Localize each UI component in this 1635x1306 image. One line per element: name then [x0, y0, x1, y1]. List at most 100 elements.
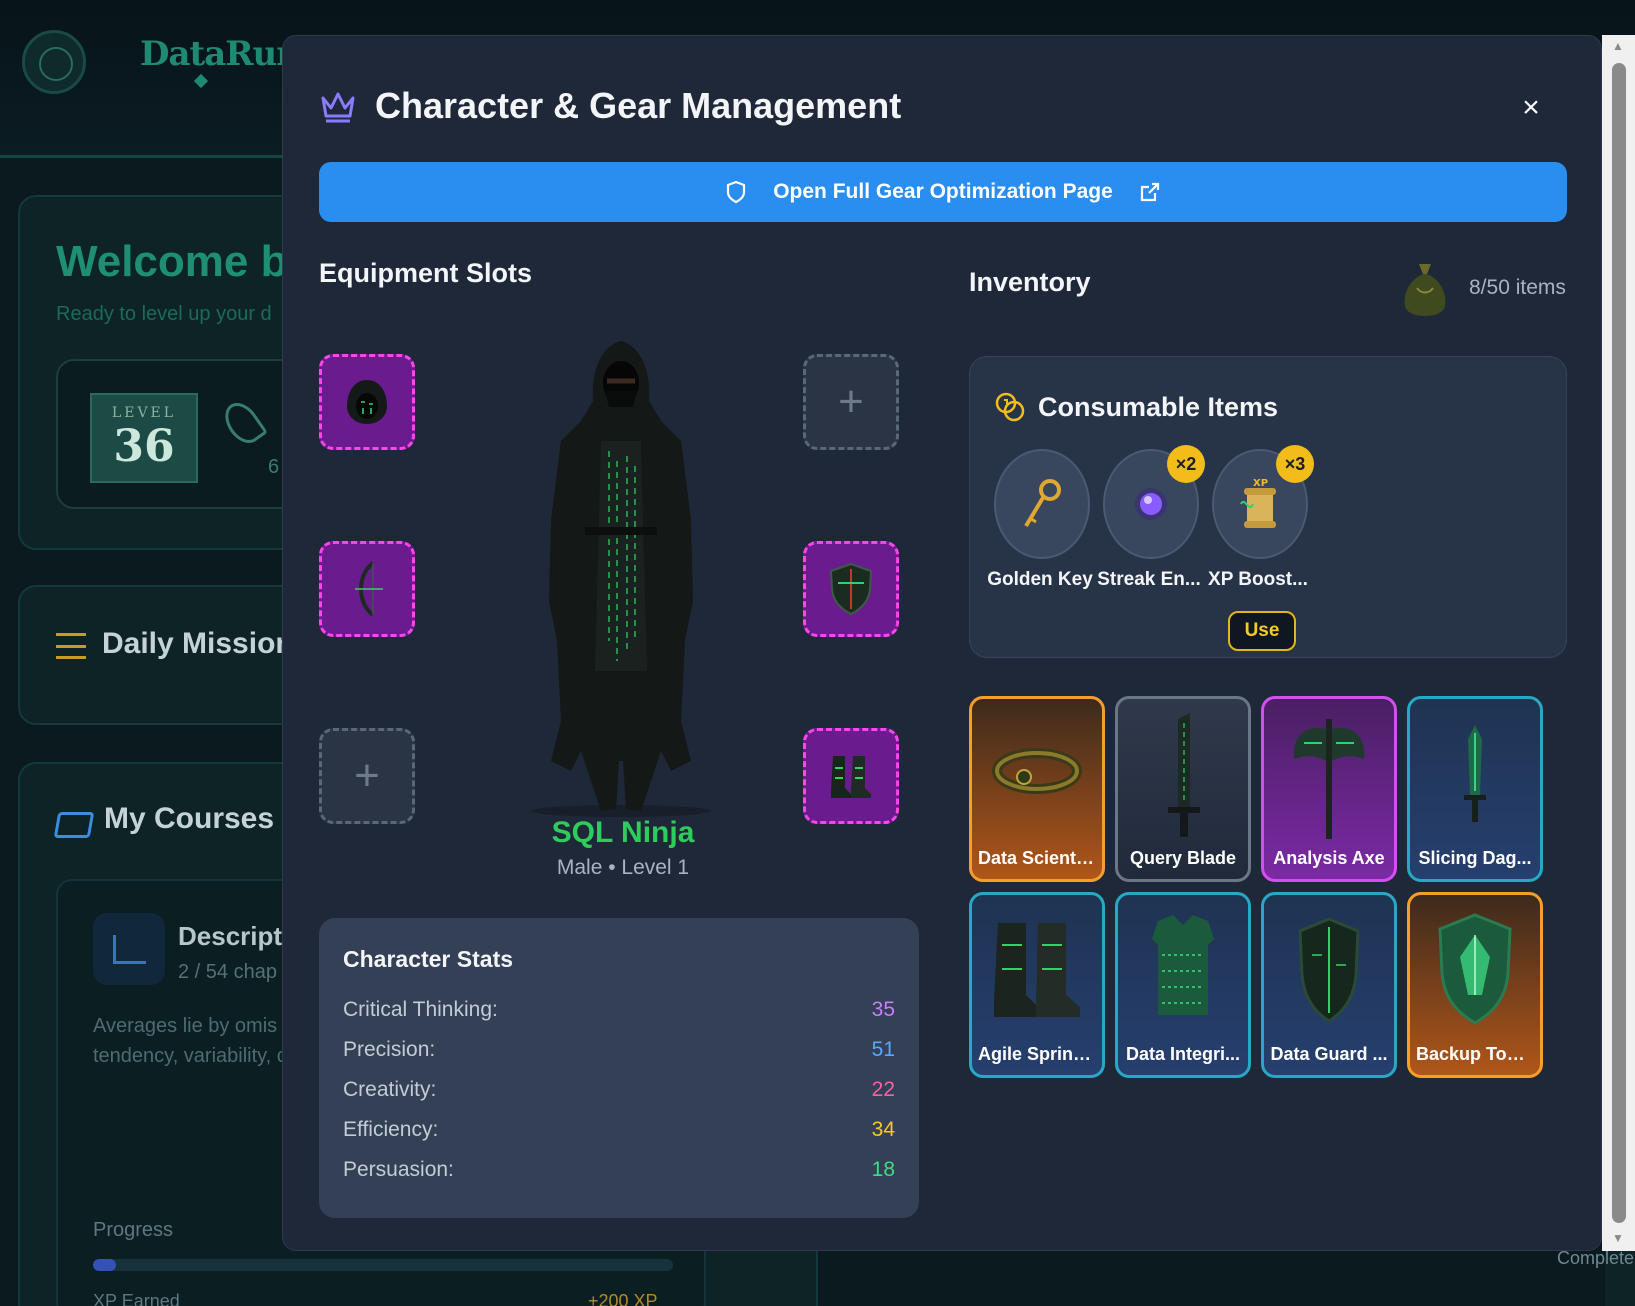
sword-icon	[1168, 713, 1200, 837]
gear-item-name: Data Integri...	[1125, 1044, 1241, 1064]
shield-icon	[829, 562, 873, 616]
slot-accessory-empty[interactable]: +	[319, 728, 415, 824]
stat-value: 35	[871, 998, 895, 1021]
consumable-item[interactable]: XP ×3 XP Boost... Use	[1200, 445, 1314, 651]
scroll-icon: XP	[1240, 478, 1276, 528]
svg-text:XP: XP	[1253, 478, 1268, 489]
gear-item-name: Backup Tow...	[1416, 1044, 1536, 1064]
feather-icon	[218, 396, 268, 450]
character-stats-panel: Character Stats Critical Thinking: 35 Pr…	[319, 918, 919, 1218]
gear-item-card[interactable]: Analysis Axe	[1261, 696, 1397, 882]
open-gear-optimization-label: Open Full Gear Optimization Page	[773, 180, 1113, 203]
consumables-header: Consumable Items	[994, 391, 1278, 423]
crown-icon	[321, 92, 355, 123]
scroll-thumb[interactable]	[1612, 63, 1626, 1223]
my-courses-title: My Courses	[104, 802, 275, 835]
stat-row: Creativity: 22	[343, 1078, 895, 1108]
gear-management-modal: Character & Gear Management × Open Full …	[282, 35, 1602, 1251]
character-figure[interactable]	[521, 341, 721, 821]
ring-icon	[992, 748, 1082, 794]
axe-icon	[1293, 719, 1365, 839]
course-xp-value: +200 XP	[588, 1291, 658, 1306]
consumable-icon-button[interactable]	[994, 449, 1090, 559]
slot-head[interactable]	[319, 354, 415, 450]
brand-logo-icon[interactable]	[22, 30, 86, 94]
dagger-icon	[1464, 725, 1486, 822]
boots-icon	[994, 923, 1080, 1017]
slot-boots[interactable]	[803, 728, 899, 824]
stat-label: Critical Thinking:	[343, 998, 498, 1021]
level-fragment: 6	[268, 456, 280, 478]
coins-icon	[995, 392, 1025, 422]
checklist-icon	[56, 633, 86, 659]
gear-item-name: Agile Sprint ...	[978, 1044, 1100, 1064]
key-icon	[1024, 479, 1061, 528]
shield-icon	[1298, 917, 1360, 1023]
daily-missions-title: Daily Mission	[102, 627, 294, 660]
orb-icon	[1135, 488, 1167, 520]
gear-item-card[interactable]: Data Integri...	[1115, 892, 1251, 1078]
consumable-item[interactable]: ×2 Streak En...	[1091, 445, 1205, 649]
course-progress-fill	[93, 1259, 117, 1271]
gear-item-card[interactable]: Backup Tow...	[1407, 892, 1543, 1078]
bow-icon	[355, 561, 383, 617]
consumables-panel: Consumable Items Golden Key ×2 Streak En…	[969, 356, 1567, 658]
consumable-item[interactable]: Golden Key	[982, 449, 1093, 649]
course-xp-label: XP Earned	[93, 1291, 180, 1306]
crystal-shield-icon	[1438, 913, 1512, 1025]
gear-item-card[interactable]: Data Guard ...	[1261, 892, 1397, 1078]
use-button[interactable]: Use	[1228, 611, 1296, 651]
loot-bag-icon	[1404, 264, 1446, 316]
chart-icon	[93, 913, 165, 985]
graduation-cap-icon	[53, 812, 95, 838]
gear-item-card[interactable]: Query Blade	[1115, 696, 1251, 882]
stat-label: Precision:	[343, 1038, 436, 1061]
level-label: LEVEL	[111, 405, 177, 421]
open-gear-optimization-button[interactable]: Open Full Gear Optimization Page	[319, 162, 1567, 222]
boots-icon	[831, 756, 871, 798]
inventory-count: 8/50 items	[1469, 276, 1566, 299]
gear-item-card[interactable]: Data Scienti...	[969, 696, 1105, 882]
level-value: 36	[113, 421, 175, 472]
complete-label: Complete	[1557, 1248, 1635, 1268]
welcome-subtitle: Ready to level up your d	[56, 303, 272, 325]
modal-scrollbar[interactable]: ▲ ▼	[1602, 35, 1635, 1251]
stat-value: 34	[871, 1118, 895, 1141]
daily-missions-card: Daily Mission	[18, 585, 318, 725]
inventory-title: Inventory	[969, 267, 1091, 297]
slot-amulet-empty[interactable]: +	[803, 354, 899, 450]
external-link-icon	[1140, 182, 1159, 202]
plus-icon: +	[838, 377, 864, 426]
gear-item-name: Data Guard ...	[1270, 1044, 1388, 1064]
stat-label: Persuasion:	[343, 1158, 454, 1181]
character-stats-title: Character Stats	[343, 946, 514, 972]
shield-outline-icon	[727, 180, 746, 204]
modal-header: Character & Gear Management	[319, 76, 901, 136]
consumables-title: Consumable Items	[1038, 391, 1279, 422]
stat-value: 18	[871, 1158, 895, 1181]
close-button[interactable]: ×	[1511, 88, 1551, 128]
gear-item-card[interactable]: Slicing Dag...	[1407, 696, 1543, 882]
stat-label: Efficiency:	[343, 1118, 439, 1141]
gear-item-name: Analysis Axe	[1273, 848, 1385, 868]
scroll-down-arrow-icon[interactable]: ▼	[1612, 1231, 1624, 1245]
stat-row: Precision: 51	[343, 1038, 895, 1068]
gear-item-name: Data Scienti...	[978, 848, 1097, 868]
level-badge: LEVEL 36	[90, 393, 198, 483]
gear-item-card[interactable]: Agile Sprint ...	[969, 892, 1105, 1078]
scroll-up-arrow-icon[interactable]: ▲	[1612, 39, 1624, 53]
stat-row: Efficiency: 34	[343, 1118, 895, 1148]
course-name: Descript	[178, 921, 283, 951]
stat-row: Critical Thinking: 35	[343, 998, 895, 1028]
armor-icon	[1152, 915, 1214, 1015]
slot-shield[interactable]	[803, 541, 899, 637]
course-progress-bar	[93, 1259, 673, 1271]
character-subtitle: Male • Level 1	[556, 856, 690, 879]
hood-icon	[347, 380, 387, 424]
stat-value: 22	[871, 1078, 895, 1101]
character-name: SQL Ninja	[551, 816, 695, 849]
slot-weapon[interactable]	[319, 541, 415, 637]
brand-diamond-icon	[193, 73, 209, 89]
consumable-name: Streak En...	[1097, 569, 1201, 590]
course-progress-label: Progress	[93, 1219, 174, 1241]
